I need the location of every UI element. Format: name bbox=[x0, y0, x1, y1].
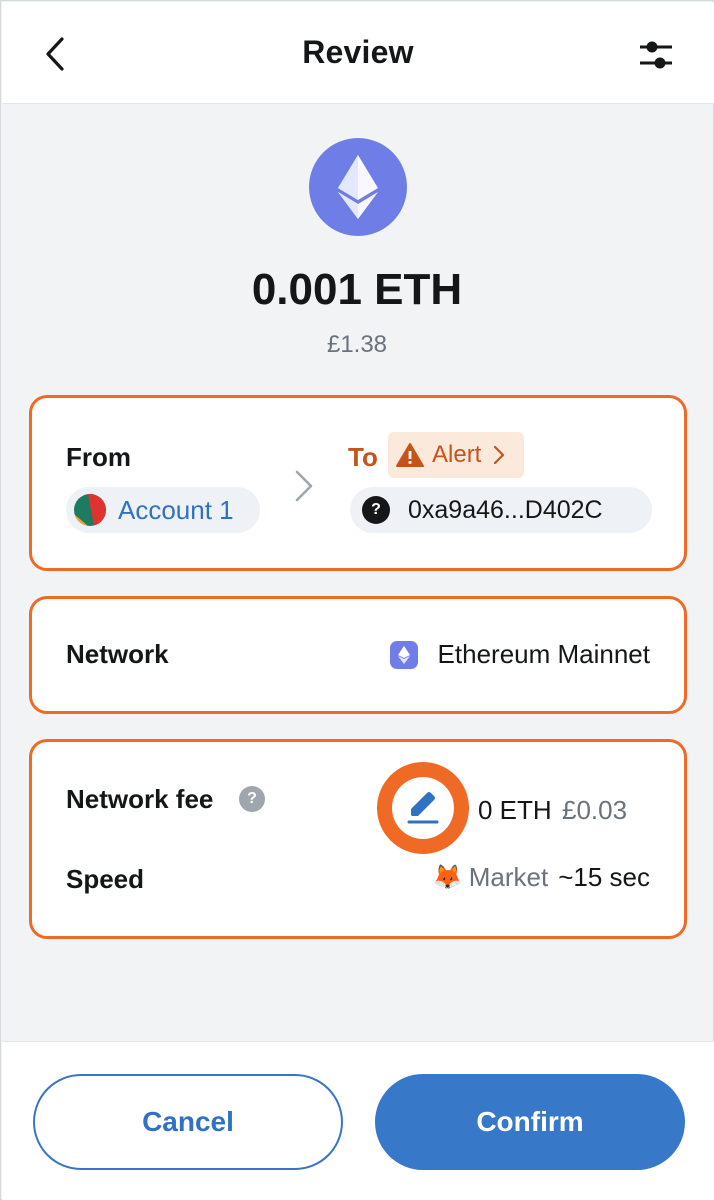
from-to-card: From Account 1 To Alert ? 0xa9a46...D402… bbox=[29, 395, 687, 571]
network-card: Network Ethereum Mainnet bbox=[29, 596, 687, 714]
cancel-button[interactable]: Cancel bbox=[33, 1074, 343, 1170]
network-name: Ethereum Mainnet bbox=[437, 639, 650, 669]
edit-icon bbox=[407, 792, 439, 824]
from-account-name: Account 1 bbox=[118, 494, 234, 525]
ethereum-network-icon bbox=[389, 640, 418, 669]
settings-button[interactable] bbox=[632, 34, 680, 76]
chevron-right-icon bbox=[494, 445, 505, 465]
speed-eta: ~15 sec bbox=[558, 862, 650, 892]
help-icon[interactable]: ? bbox=[239, 786, 265, 812]
alert-label: Alert bbox=[432, 441, 482, 468]
page-title: Review bbox=[302, 34, 414, 70]
review-screen: Review 0.001 ETH £1.38 From Account 1 To… bbox=[0, 0, 714, 1200]
speed-selector[interactable]: 🦊 Market ~15 sec bbox=[433, 862, 650, 893]
from-label: From bbox=[66, 442, 131, 472]
header: Review bbox=[2, 2, 714, 104]
fee-fiat-value: £0.03 bbox=[562, 795, 628, 825]
speed-label: Speed bbox=[66, 864, 145, 894]
network-label: Network bbox=[66, 639, 169, 669]
fox-icon: 🦊 bbox=[432, 864, 463, 891]
from-account-pill[interactable]: Account 1 bbox=[66, 487, 260, 533]
footer: Cancel Confirm bbox=[2, 1041, 714, 1200]
edit-fee-button[interactable] bbox=[377, 762, 469, 854]
unknown-address-icon: ? bbox=[362, 496, 390, 524]
warning-icon bbox=[396, 443, 424, 467]
fee-eth-value: 0 ETH bbox=[478, 795, 552, 825]
network-fee-label: Network fee bbox=[66, 784, 214, 814]
speed-name: Market bbox=[468, 862, 549, 892]
network-value: Ethereum Mainnet bbox=[389, 639, 650, 670]
to-address: 0xa9a46...D402C bbox=[408, 495, 603, 524]
alert-button[interactable]: Alert bbox=[388, 432, 524, 478]
avatar bbox=[74, 494, 106, 526]
chevron-right-icon bbox=[295, 470, 313, 502]
confirm-button[interactable]: Confirm bbox=[375, 1074, 685, 1170]
amount-fiat: £1.38 bbox=[326, 331, 388, 358]
ethereum-icon bbox=[309, 138, 407, 236]
fee-card: Network fee ? 0 ETH £0.03 Speed 🦊 Market… bbox=[29, 739, 687, 939]
sliders-icon bbox=[640, 41, 672, 69]
to-label: To bbox=[348, 442, 378, 472]
to-address-pill[interactable]: ? 0xa9a46...D402C bbox=[350, 487, 652, 533]
amount-value: 0.001 ETH bbox=[251, 265, 463, 314]
